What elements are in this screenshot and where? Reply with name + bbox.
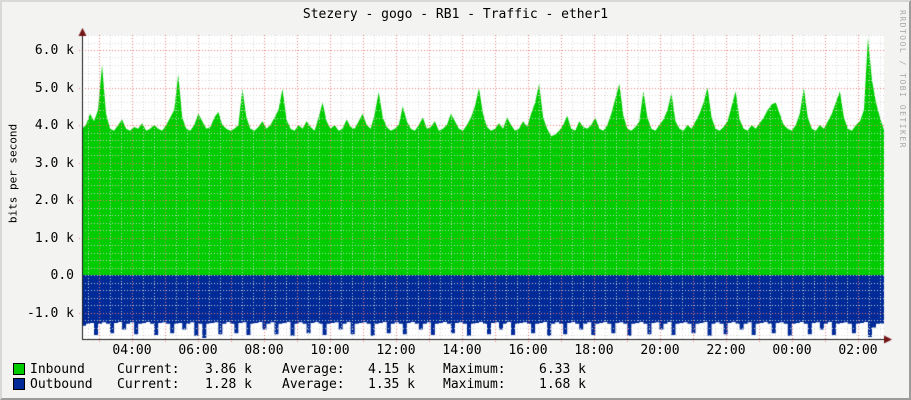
x-tick-label: 18:00 — [574, 343, 614, 358]
rrdtool-watermark: RRDTOOL / TOBI OETIKER — [898, 10, 907, 149]
x-tick-label: 04:00 — [112, 343, 152, 358]
maximum-column-label: Maximum: — [443, 362, 506, 377]
y-tick-label: 4.0 k — [34, 118, 74, 133]
x-tick-label: 16:00 — [508, 343, 548, 358]
outbound-series-label: Outbound — [30, 377, 93, 392]
y-axis-label: bits per second — [6, 123, 20, 224]
x-tick-label: 06:00 — [178, 343, 218, 358]
outbound-maximum-value: 1.68 k — [539, 377, 586, 392]
inbound-maximum-value: 6.33 k — [539, 362, 586, 377]
inbound-color-swatch — [13, 363, 25, 375]
y-tick-label: 6.0 k — [34, 43, 74, 58]
current-column-label: Current: — [117, 377, 180, 392]
y-tick-label: 0.0 — [50, 268, 74, 283]
x-tick-label: 14:00 — [442, 343, 482, 358]
average-column-label: Average: — [282, 362, 345, 377]
outbound-color-swatch — [13, 378, 25, 390]
x-tick-label: 20:00 — [640, 343, 680, 358]
y-tick-label: 1.0 k — [34, 230, 74, 246]
x-tick-label: 08:00 — [244, 343, 284, 358]
x-tick-label: 00:00 — [772, 343, 812, 358]
inbound-series-label: Inbound — [30, 362, 85, 377]
legend-row-inbound: Inbound Current: 3.86 k Average: 4.15 k … — [2, 362, 909, 377]
outbound-current-value: 1.28 k — [205, 377, 252, 392]
maximum-column-label: Maximum: — [443, 377, 506, 392]
y-tick-label: 3.0 k — [34, 155, 74, 171]
average-column-label: Average: — [282, 377, 345, 392]
x-tick-label: 22:00 — [706, 343, 746, 358]
graph-title: Stezery - gogo - RB1 - Traffic - ether1 — [302, 7, 609, 22]
y-tick-label: -1.0 k — [27, 305, 74, 321]
y-tick-label: 5.0 k — [34, 80, 74, 96]
legend-row-outbound: Outbound Current: 1.28 k Average: 1.35 k… — [2, 377, 909, 392]
x-tick-label: 02:00 — [838, 343, 878, 358]
y-tick-label: 2.0 k — [34, 193, 74, 208]
current-column-label: Current: — [117, 362, 180, 377]
traffic-plot-canvas — [78, 28, 894, 346]
x-tick-label: 10:00 — [310, 343, 350, 358]
rrdtool-traffic-graph: Stezery - gogo - RB1 - Traffic - ether1 … — [0, 0, 911, 400]
inbound-average-value: 4.15 k — [368, 362, 415, 377]
inbound-current-value: 3.86 k — [205, 362, 252, 377]
x-tick-label: 12:00 — [376, 343, 416, 358]
outbound-average-value: 1.35 k — [368, 377, 415, 392]
